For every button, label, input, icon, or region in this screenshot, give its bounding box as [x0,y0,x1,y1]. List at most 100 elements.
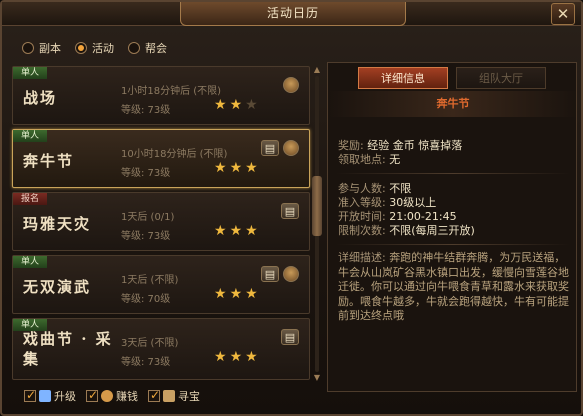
level-row: 准入等级: 30级以上 [338,196,436,210]
bag-icon [283,77,299,93]
open-time-label: 开放时间: [338,210,390,223]
tab-details[interactable]: 详细信息 [358,67,448,89]
activity-card[interactable]: 单人 无双演武 1天后 (不限) 等级: 70级 ★ ★ ★ ▤ [12,255,310,314]
star-icon: ★ [214,349,227,365]
reward-icons: ▤ [281,203,299,219]
star-icon: ★ [245,286,258,302]
activity-name: 奔牛节 [23,152,75,170]
star-icon: ★ [214,286,227,302]
detail-tabs: 详细信息 组队大厅 [358,67,546,89]
detail-panel: 详细信息 组队大厅 奔牛节 奖励: 经验 金币 惊喜掉落 领取地点: 无 参与人… [327,62,578,392]
toggle-label: 赚钱 [116,390,138,403]
star-icon: ★ [214,223,227,239]
open-time-row: 开放时间: 21:00-21:45 [338,210,457,224]
limit-label: 限制次数: [338,224,390,237]
divider [336,244,570,245]
scroll-icon: ▤ [281,203,299,219]
scroll-icon: ▤ [261,266,279,282]
half-star-icon: ★ [245,97,258,113]
toggle-upgrade[interactable]: 升级 [24,388,76,404]
activity-time: 10小时18分钟后 (不限) [121,149,228,160]
activity-name: 戏曲节 · 采集 [23,330,113,368]
activity-level: 等级: 73级 [121,231,171,242]
scroll-icon: ▤ [281,329,299,345]
participants-row: 参与人数: 不限 [338,182,411,196]
list-scrollbar[interactable]: ▲ ▼ [312,66,322,382]
activity-tag: 单人 [13,130,47,142]
difficulty-stars: ★ ★ ★ [214,97,258,113]
activity-time: 1天后 (不限) [121,275,179,286]
activity-card[interactable]: 单人 戏曲节 · 采集 3天后 (不限) 等级: 73级 ★ ★ ★ ▤ [12,318,310,380]
activity-time: 3天后 (不限) [121,338,179,349]
participants-value: 不限 [389,182,412,195]
toggle-label: 寻宝 [178,390,200,403]
scroll-down-icon[interactable]: ▼ [312,374,322,382]
title-bar[interactable]: 活动日历 ✕ [2,2,581,26]
limit-row: 限制次数: 不限(每周三开放) [338,224,475,238]
mode-dungeon[interactable]: 副本 [22,40,61,56]
location-row: 领取地点: 无 [338,153,400,167]
description-label: 详细描述: [338,251,390,264]
location-label: 领取地点: [338,153,390,166]
activity-card[interactable]: 单人 战场 1小时18分钟后 (不限) 等级: 73级 ★ ★ ★ [12,66,310,125]
bag-icon [283,266,299,282]
window-title: 活动日历 [180,2,406,26]
star-icon: ★ [229,223,243,239]
level-value: 30级以上 [389,196,437,209]
scroll-up-icon[interactable]: ▲ [312,66,322,74]
location-value: 无 [389,153,401,166]
checkbox[interactable] [24,388,36,402]
star-icon: ★ [245,349,258,365]
star-icon: ★ [245,223,258,239]
toggle-money[interactable]: 赚钱 [86,388,138,404]
radio-icon[interactable] [128,42,140,54]
toggle-label: 升级 [54,390,76,403]
activity-level: 等级: 70级 [121,294,171,305]
checkbox[interactable] [148,388,160,402]
activity-tag: 报名 [13,193,47,205]
tab-team-hall[interactable]: 组队大厅 [456,67,546,89]
reward-icons: ▤ [281,329,299,345]
mode-activity[interactable]: 活动 [75,40,114,56]
reward-icons [283,77,299,93]
activity-card[interactable]: 单人 奔牛节 10小时18分钟后 (不限) 等级: 73级 ★ ★ ★ ▤ [12,129,310,188]
scroll-icon: ▤ [261,140,279,156]
close-button[interactable]: ✕ [551,3,575,25]
activity-list: 单人 战场 1小时18分钟后 (不限) 等级: 73级 ★ ★ ★ 单人 奔牛节 1… [12,66,310,382]
level-label: 准入等级: [338,196,390,209]
activity-tag: 单人 [13,67,47,79]
reward-value: 经验 金币 惊喜掉落 [367,139,463,152]
star-icon: ★ [229,286,243,302]
reward-label: 奖励: [338,139,368,152]
activity-level: 等级: 73级 [121,168,171,179]
mode-label: 活动 [92,42,114,55]
star-icon: ★ [229,97,243,113]
mode-label: 帮会 [145,42,167,55]
activity-name: 战场 [23,89,58,107]
detail-title: 奔牛节 [328,91,578,117]
radio-icon[interactable] [75,42,87,54]
activity-time: 1小时18分钟后 (不限) [121,86,222,97]
scroll-thumb[interactable] [312,176,322,236]
description: 详细描述: 奔跑的神牛结群奔腾，为万民送福，牛会从山岚矿谷黑水镇口出发，缓慢向雪… [338,251,572,324]
difficulty-stars: ★ ★ ★ [214,349,258,365]
mode-guild[interactable]: 帮会 [128,40,167,56]
open-time-value: 21:00-21:45 [389,210,457,223]
mode-label: 副本 [39,42,61,55]
participants-label: 参与人数: [338,182,390,195]
money-icon [101,390,113,402]
activity-name: 无双演武 [23,278,92,296]
activity-level: 等级: 73级 [121,105,171,116]
toggle-treasure[interactable]: 寻宝 [148,388,200,404]
activity-time: 1天后 (0/1) [121,212,175,223]
reward-row: 奖励: 经验 金币 惊喜掉落 [338,139,462,153]
star-icon: ★ [214,97,227,113]
reward-icons: ▤ [261,140,299,156]
mode-selector: 副本 活动 帮会 [22,40,167,56]
star-icon: ★ [245,160,258,176]
radio-icon[interactable] [22,42,34,54]
difficulty-stars: ★ ★ ★ [214,286,258,302]
activity-card[interactable]: 报名 玛雅天灾 1天后 (0/1) 等级: 73级 ★ ★ ★ ▤ [12,192,310,251]
checkbox[interactable] [86,388,98,402]
limit-value: 不限(每周三开放) [389,224,475,237]
